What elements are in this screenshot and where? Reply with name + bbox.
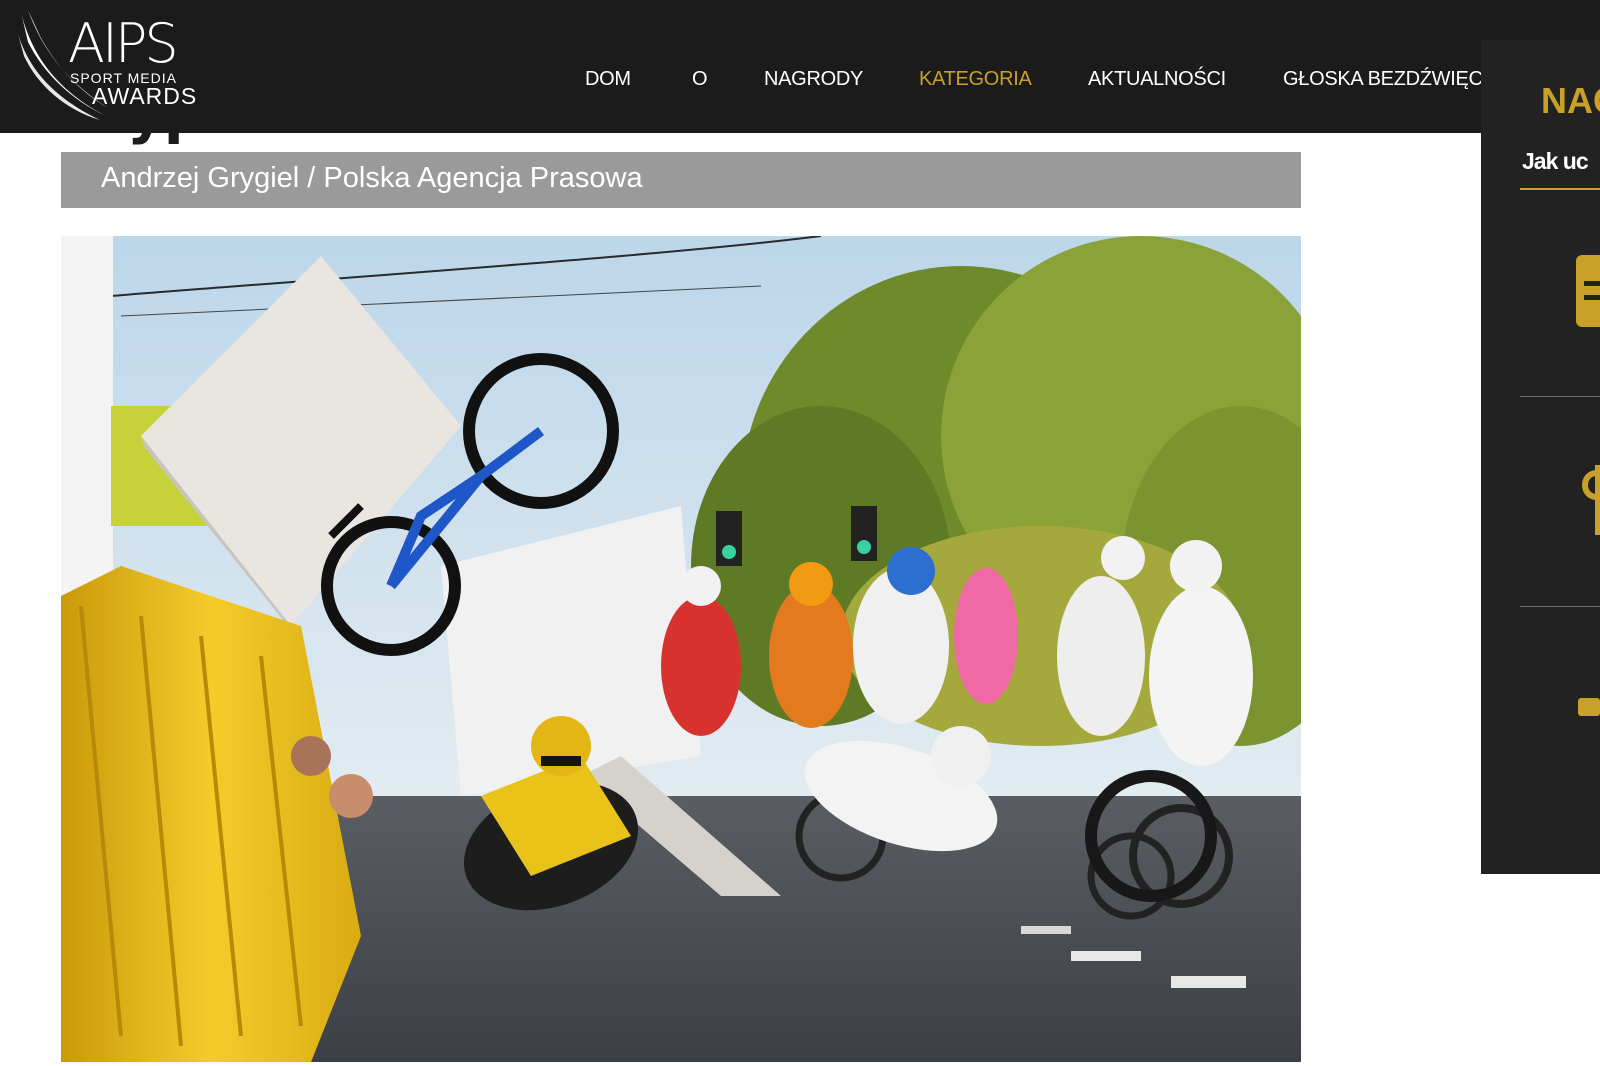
nav-item-dom[interactable]: DOM (585, 68, 631, 91)
trophy-icon (1577, 465, 1600, 540)
sidebar-overlay-text: NAG (1541, 80, 1600, 121)
crash-photo (61, 236, 1301, 1062)
photo-credit: Andrzej Grygiel / Polska Agencja Prasowa (101, 162, 643, 194)
nav-item-aktualnosci[interactable]: AKTUALNOŚCI (1088, 68, 1226, 91)
site-header: AIPS SPORT MEDIA AWARDS DOM O NAGRODY KA… (0, 0, 1600, 133)
nav-item-nagrody[interactable]: NAGRODY (764, 68, 863, 91)
aips-logo[interactable]: AIPS SPORT MEDIA AWARDS (14, 4, 214, 122)
sidebar-heading-underline (1520, 188, 1600, 190)
sidebar-divider (1520, 396, 1600, 397)
main-nav: DOM O NAGRODY KATEGORIA AKTUALNOŚCI GŁOS… (0, 68, 1600, 98)
nav-item-o[interactable]: O (692, 68, 708, 91)
document-icon (1576, 255, 1600, 332)
nav-item-kategoria[interactable]: KATEGORIA (919, 68, 1032, 91)
sidebar: NAG Jak uc (1481, 40, 1600, 874)
sidebar-heading: Jak uc (1522, 148, 1589, 174)
dash-icon (1578, 698, 1600, 716)
logo-wordmark: AIPS (68, 12, 179, 75)
byline-bar: Andrzej Grygiel / Polska Agencja Prasowa (61, 152, 1301, 208)
photo-illustration (61, 236, 1301, 1062)
sidebar-divider (1520, 606, 1600, 607)
